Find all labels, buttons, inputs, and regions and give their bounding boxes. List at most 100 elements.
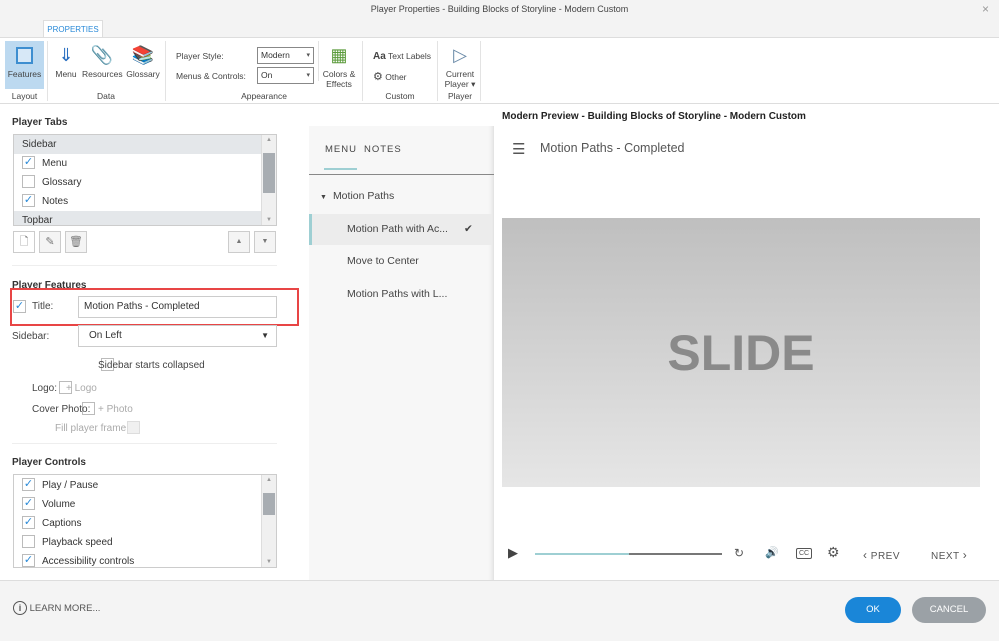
arrow-up-icon: ▲	[235, 238, 243, 245]
glossary-icon: 📚	[131, 44, 155, 65]
player-style-select[interactable]: Modern	[257, 47, 314, 64]
tab-menu[interactable]: MENU	[325, 144, 357, 155]
new-page-icon: 🗋	[19, 236, 29, 248]
features-label: Features	[7, 69, 42, 79]
hamburger-icon[interactable]: ☰	[512, 140, 525, 158]
divider	[12, 443, 277, 444]
other-label: Other	[385, 72, 407, 82]
learn-more-link[interactable]: i LEARN MORE...	[13, 601, 100, 615]
group-appearance: Appearance	[241, 91, 287, 101]
checkbox-checked[interactable]: ✓	[22, 155, 35, 169]
fill-frame-label: Fill player frame	[55, 423, 127, 434]
edit-tab-button[interactable]: ✎	[39, 231, 61, 253]
list-item-play-pause[interactable]: ✓ Play / Pause	[14, 476, 276, 495]
text-labels-label: Text Labels	[388, 51, 432, 61]
add-logo-link[interactable]: + Logo	[66, 383, 97, 394]
scrollbar[interactable]: ▲ ▼	[261, 135, 276, 225]
next-label: NEXT	[931, 551, 960, 562]
progress-bar[interactable]	[535, 553, 722, 555]
next-button[interactable]: NEXT ›	[931, 548, 967, 562]
chevron-right-icon: ›	[962, 548, 968, 562]
player-controls-list: ✓ Play / Pause ✓ Volume ✓ Captions Playback…	[13, 474, 277, 568]
group-data: Data	[97, 91, 115, 101]
group-layout: Layout	[11, 91, 38, 101]
move-up-button[interactable]: ▲	[228, 231, 250, 253]
replay-icon[interactable]: ↻	[734, 546, 744, 560]
menus-controls-label: Menus & Controls:	[176, 71, 246, 81]
group-player: Player	[447, 91, 473, 101]
prev-button[interactable]: ‹ PREV	[863, 548, 900, 562]
item-label: Motion Path with Ac...	[347, 223, 448, 235]
tab-properties[interactable]: PROPERTIES	[43, 20, 103, 38]
preview-sidebar: MENU NOTES ▼ Motion Paths Motion Path wit…	[309, 126, 494, 580]
volume-icon[interactable]: 🔊	[765, 546, 779, 559]
play-icon[interactable]: ▶	[508, 545, 518, 561]
palette-icon: ▦	[330, 45, 348, 65]
menus-controls-select[interactable]: On	[257, 67, 314, 84]
list-item-volume[interactable]: ✓ Volume	[14, 495, 276, 514]
item-label: Accessibility controls	[42, 556, 135, 567]
menu-item[interactable]: Motion Paths with L...	[309, 279, 492, 310]
cancel-button[interactable]: CANCEL	[912, 597, 986, 623]
check-icon: ✔	[464, 223, 473, 235]
checkbox-unchecked[interactable]	[22, 174, 35, 188]
settings-gear-icon[interactable]: ⚙	[827, 544, 840, 561]
list-item-notes[interactable]: ✓ Notes	[14, 192, 276, 211]
checkbox-unchecked[interactable]	[22, 534, 35, 548]
trash-icon: 🗑	[69, 236, 83, 248]
menu-item[interactable]: Move to Center	[309, 246, 492, 277]
sidebar-select[interactable]: On Left ▼	[78, 325, 277, 347]
colors-effects-button[interactable]: ▦ Colors & Effects	[320, 41, 358, 89]
title-input[interactable]: Motion Paths - Completed	[78, 296, 277, 318]
other-button[interactable]: ⚙ Other	[373, 70, 407, 83]
text-labels-button[interactable]: Aa Text Labels	[373, 51, 431, 62]
colors-label: Colors &	[322, 69, 356, 79]
checkbox-checked[interactable]: ✓	[22, 193, 35, 207]
current-player-button[interactable]: ▷ Current Player ▾	[442, 41, 478, 89]
list-header-sidebar: Sidebar	[14, 135, 276, 154]
gear-icon: ⚙	[373, 71, 383, 83]
fill-frame-checkbox[interactable]	[127, 421, 141, 434]
features-button[interactable]: Features	[5, 41, 44, 89]
delete-tab-button[interactable]: 🗑	[65, 231, 87, 253]
list-item-glossary[interactable]: Glossary	[14, 173, 276, 192]
title-checkbox[interactable]: ✓	[13, 300, 26, 313]
move-down-button[interactable]: ▼	[254, 231, 276, 253]
features-icon	[5, 41, 44, 69]
list-item-playback-speed[interactable]: Playback speed	[14, 533, 276, 552]
resources-button[interactable]: 📎 Resources	[82, 41, 123, 80]
chevron-down-icon: ▼	[261, 331, 269, 340]
close-button[interactable]: ×	[982, 2, 989, 16]
sidebar-value: On Left	[89, 330, 122, 341]
new-tab-button[interactable]: 🗋	[13, 231, 35, 253]
list-item-captions[interactable]: ✓ Captions	[14, 514, 276, 533]
checkbox-checked[interactable]: ✓	[22, 477, 35, 491]
captions-button[interactable]: CC	[796, 548, 813, 559]
player-tabs-list: Sidebar ✓ Menu Glossary ✓ Notes Topbar ▲ ▼	[13, 134, 277, 226]
checkbox-checked[interactable]: ✓	[22, 515, 35, 529]
glossary-button[interactable]: 📚 Glossary	[126, 41, 160, 80]
window-title: Player Properties - Building Blocks of S…	[370, 4, 629, 14]
sidebar-collapsed-label: Sidebar starts collapsed	[98, 360, 205, 371]
tab-notes[interactable]: NOTES	[364, 144, 402, 155]
player-label: Player ▾	[444, 79, 476, 89]
item-label: Glossary	[42, 177, 82, 188]
sidebar-label: Sidebar:	[12, 331, 50, 342]
logo-label: Logo:	[32, 383, 58, 394]
list-item-menu[interactable]: ✓ Menu	[14, 154, 276, 173]
player-tabs-heading: Player Tabs	[12, 117, 68, 128]
item-label: Playback speed	[42, 537, 113, 548]
menu-button[interactable]: ⇓ Menu	[52, 41, 80, 80]
checkbox-checked[interactable]: ✓	[22, 553, 35, 567]
preview-heading: Modern Preview - Building Blocks of Stor…	[502, 111, 806, 122]
prev-label: PREV	[870, 551, 901, 562]
menu-section-motion-paths[interactable]: ▼ Motion Paths	[320, 190, 394, 202]
caret-down-icon: ▼	[320, 194, 327, 201]
checkbox-checked[interactable]: ✓	[22, 496, 35, 510]
scrollbar[interactable]: ▲ ▼	[261, 475, 276, 567]
list-item-accessibility[interactable]: ✓ Accessibility controls	[14, 552, 276, 567]
add-photo-link[interactable]: + Photo	[98, 404, 133, 415]
menu-item-active[interactable]: Motion Path with Ac... ✔	[309, 214, 492, 245]
ok-button[interactable]: OK	[845, 597, 901, 623]
divider	[309, 174, 494, 175]
